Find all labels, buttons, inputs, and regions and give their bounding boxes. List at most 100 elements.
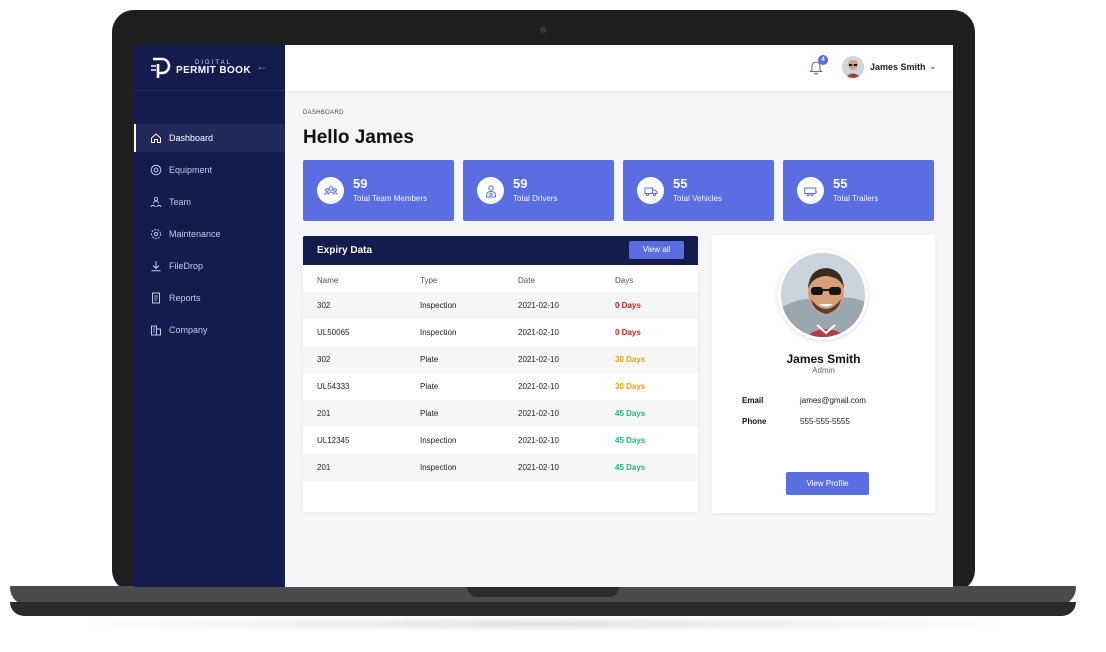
cell-type: Plate xyxy=(420,355,439,364)
sidebar-item-reports[interactable]: Reports xyxy=(134,284,285,312)
cell-date: 2021-02-10 xyxy=(518,382,559,391)
sidebar-item-label: Maintenance xyxy=(169,229,221,239)
stat-card-vehicles[interactable]: 55 Total Vehicles xyxy=(623,160,774,221)
sidebar-item-label: Dashboard xyxy=(169,133,214,143)
stat-card-team-members[interactable]: 59 Total Team Members xyxy=(303,160,454,221)
phone-value[interactable]: 555-555-5555 xyxy=(800,417,850,426)
view-all-button[interactable]: View all xyxy=(629,241,684,259)
sidebar-item-dashboard[interactable]: Dashboard xyxy=(134,124,285,152)
cell-days: 45 Days xyxy=(615,409,646,418)
cell-name: UL54333 xyxy=(317,382,350,391)
sidebar-item-label: FileDrop xyxy=(169,261,204,271)
column-header-date[interactable]: Date xyxy=(518,276,535,285)
sidebar-divider xyxy=(134,90,285,91)
laptop-shadow xyxy=(60,616,1026,632)
avatar[interactable] xyxy=(842,56,864,78)
email-label: Email xyxy=(742,396,764,405)
sidebar-item-filedrop[interactable]: FileDrop xyxy=(134,252,285,280)
cell-type: Plate xyxy=(420,409,439,418)
sidebar-nav: Dashboard Equipment Team Maintenance Fil… xyxy=(134,124,285,348)
arrow-left-icon[interactable]: ← xyxy=(256,59,268,73)
column-header-days[interactable]: Days xyxy=(615,276,633,285)
stat-value: 55 xyxy=(673,176,688,191)
cell-type: Inspection xyxy=(420,301,457,310)
logo[interactable]: DIGITAL PERMIT BOOK xyxy=(150,55,251,81)
gear-circle-icon xyxy=(150,164,162,176)
column-header-type[interactable]: Type xyxy=(420,276,437,285)
cell-days: 0 Days xyxy=(615,301,641,310)
cell-name: UL12345 xyxy=(317,436,350,445)
laptop-notch xyxy=(467,586,619,597)
profile-name: James Smith xyxy=(786,352,861,366)
sidebar-item-maintenance[interactable]: Maintenance xyxy=(134,220,285,248)
cell-days: 30 Days xyxy=(615,355,646,364)
cell-days: 30 Days xyxy=(615,382,646,391)
view-profile-button[interactable]: View Profile xyxy=(786,472,869,495)
home-icon xyxy=(150,132,162,144)
email-value[interactable]: james@gmail.com xyxy=(800,396,866,405)
sidebar-item-label: Company xyxy=(169,325,208,335)
stat-label: Total Team Members xyxy=(353,194,428,203)
stat-value: 59 xyxy=(353,176,368,191)
cell-date: 2021-02-10 xyxy=(518,436,559,445)
cell-days: 45 Days xyxy=(615,463,646,472)
cell-name: 201 xyxy=(317,463,331,472)
sidebar: DIGITAL PERMIT BOOK ← Dashboard Equipmen… xyxy=(134,45,285,587)
cell-date: 2021-02-10 xyxy=(518,328,559,337)
stat-value: 55 xyxy=(833,176,848,191)
maintenance-icon xyxy=(150,228,162,240)
sidebar-item-label: Reports xyxy=(169,293,201,303)
cell-type: Inspection xyxy=(420,436,457,445)
report-icon xyxy=(150,292,162,304)
cell-date: 2021-02-10 xyxy=(518,463,559,472)
driver-icon xyxy=(477,177,504,204)
notification-badge: 4 xyxy=(818,55,828,65)
sidebar-item-label: Equipment xyxy=(169,165,213,175)
stat-card-drivers[interactable]: 59 Total Drivers xyxy=(463,160,614,221)
cell-name: 302 xyxy=(317,355,331,364)
user-name[interactable]: James Smith xyxy=(870,62,926,72)
app-screen: DIGITAL PERMIT BOOK ← Dashboard Equipmen… xyxy=(134,45,953,587)
sidebar-item-team[interactable]: Team xyxy=(134,188,285,216)
table-row[interactable]: UL12345 Inspection 2021-02-10 45 Days xyxy=(303,427,698,454)
profile-photo xyxy=(778,250,868,340)
cell-date: 2021-02-10 xyxy=(518,355,559,364)
sidebar-item-equipment[interactable]: Equipment xyxy=(134,156,285,184)
cell-days: 45 Days xyxy=(615,436,646,445)
profile-card: James Smith Admin Email james@gmail.com … xyxy=(712,235,935,513)
table-row[interactable]: 201 Plate 2021-02-10 45 Days xyxy=(303,400,698,427)
cell-name: UL50065 xyxy=(317,328,350,337)
table-row[interactable]: UL50065 Inspection 2021-02-10 0 Days xyxy=(303,319,698,346)
trailer-icon xyxy=(797,177,824,204)
table-row[interactable]: UL54333 Plate 2021-02-10 30 Days xyxy=(303,373,698,400)
table-row[interactable]: 201 Inspection 2021-02-10 45 Days xyxy=(303,454,698,481)
logo-mark-icon xyxy=(150,56,172,80)
table-row[interactable]: 302 Plate 2021-02-10 30 Days xyxy=(303,346,698,373)
stat-value: 59 xyxy=(513,176,528,191)
expiry-data-card: Expiry Data View all Name Type Date Days… xyxy=(303,236,698,512)
team-icon xyxy=(150,196,162,208)
laptop-camera xyxy=(540,27,546,33)
chevron-down-icon[interactable]: ⌄ xyxy=(929,61,937,72)
cell-date: 2021-02-10 xyxy=(518,409,559,418)
cell-type: Inspection xyxy=(420,328,457,337)
cell-type: Inspection xyxy=(420,463,457,472)
breadcrumb: DASHBOARD xyxy=(303,110,344,116)
phone-label: Phone xyxy=(742,417,767,426)
laptop-base-shade xyxy=(10,602,1076,616)
building-icon xyxy=(150,324,162,336)
sidebar-item-company[interactable]: Company xyxy=(134,316,285,344)
table-row[interactable]: 302 Inspection 2021-02-10 0 Days xyxy=(303,292,698,319)
expiry-header: Expiry Data View all xyxy=(303,236,698,265)
profile-role: Admin xyxy=(812,366,835,375)
stat-label: Total Drivers xyxy=(513,194,558,203)
cell-date: 2021-02-10 xyxy=(518,301,559,310)
cell-name: 302 xyxy=(317,301,331,310)
stat-label: Total Vehicles xyxy=(673,194,722,203)
page-title: Hello James xyxy=(303,127,414,148)
truck-icon xyxy=(637,177,664,204)
top-bar: 4 James Smith ⌄ xyxy=(285,45,953,91)
sidebar-item-label: Team xyxy=(169,197,192,207)
stat-card-trailers[interactable]: 55 Total Trailers xyxy=(783,160,934,221)
column-header-name[interactable]: Name xyxy=(317,276,338,285)
